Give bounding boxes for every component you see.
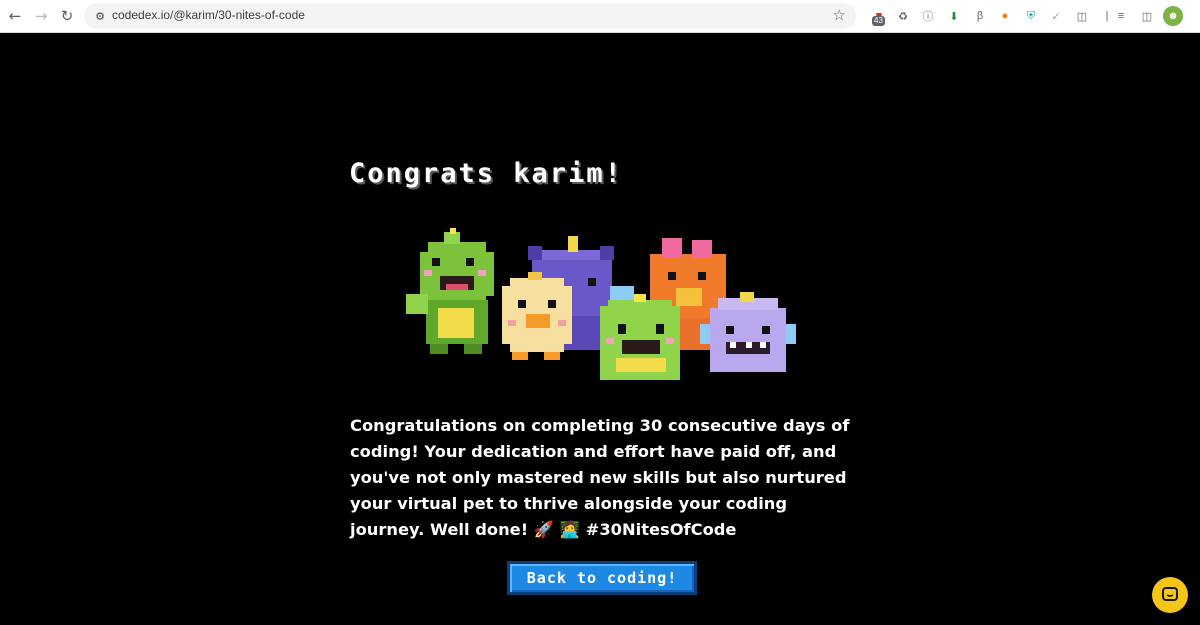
forward-icon[interactable]: → bbox=[30, 5, 52, 27]
green-dragon-pet bbox=[406, 228, 494, 354]
url-text[interactable]: codedex.io/@karim/30-nites-of-code bbox=[112, 8, 305, 22]
recycle-icon[interactable]: ♻ bbox=[894, 7, 912, 25]
checkmark-extension-icon[interactable]: ✓ bbox=[1047, 7, 1065, 25]
info-icon[interactable]: ⓘ bbox=[919, 7, 937, 25]
site-info-icon[interactable]: ⚙ bbox=[92, 8, 108, 24]
download-extension-icon[interactable]: ⬇ bbox=[945, 7, 963, 25]
reload-icon[interactable]: ↻ bbox=[56, 5, 78, 27]
yellow-chick-pet bbox=[502, 272, 572, 360]
puzzle-extensions-icon[interactable]: ◫ bbox=[1073, 7, 1091, 25]
b-extension-icon[interactable]: β bbox=[971, 7, 989, 25]
browser-toolbar: ← → ↻ ⚙ codedex.io/@karim/30-nites-of-co… bbox=[0, 0, 1200, 33]
back-to-coding-button[interactable]: Back to coding! bbox=[507, 561, 697, 595]
side-panel-icon[interactable]: ◫ bbox=[1138, 7, 1156, 25]
extension-badge-count: 43 bbox=[872, 16, 885, 26]
shield-icon[interactable]: ⛨ bbox=[1022, 7, 1040, 25]
chat-launcher-button[interactable] bbox=[1152, 577, 1188, 613]
back-icon[interactable]: ← bbox=[4, 5, 26, 27]
page-title: Congrats karim! bbox=[349, 158, 623, 189]
address-bar[interactable]: ⚙ codedex.io/@karim/30-nites-of-code ☆ bbox=[84, 3, 856, 29]
orange-extension-icon[interactable]: ● bbox=[996, 7, 1014, 25]
bookmark-star-icon[interactable]: ☆ bbox=[833, 6, 846, 24]
congratulations-message: Congratulations on completing 30 consecu… bbox=[350, 416, 850, 539]
virtual-pets-illustration bbox=[406, 228, 796, 380]
profile-avatar-icon[interactable]: ☻ bbox=[1163, 6, 1183, 26]
green-baby-dragon-pet bbox=[600, 294, 680, 380]
reading-list-icon[interactable]: ≡ bbox=[1112, 7, 1130, 25]
chat-bubble-icon bbox=[1162, 587, 1178, 601]
